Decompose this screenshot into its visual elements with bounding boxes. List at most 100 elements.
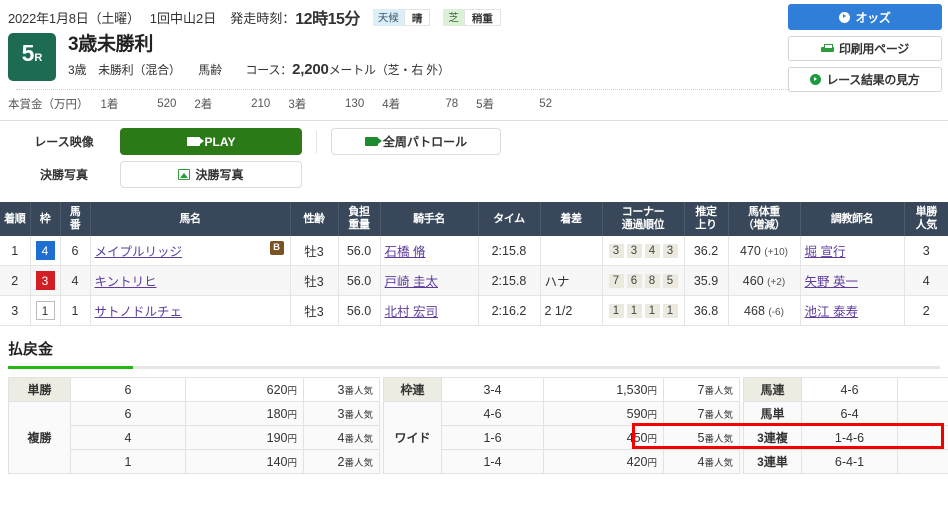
payout-section: 単勝 6 620円 3番人気 枠連 3-4 1,530円 7番人気 馬連 4-6… (0, 369, 948, 475)
trainer-link[interactable]: 矢野 英一 (805, 275, 858, 289)
play-button[interactable]: PLAY (120, 128, 302, 155)
jockey-cell: 戸崎 圭太 (380, 265, 479, 297)
margin (540, 236, 603, 267)
odds-button[interactable]: オッズ (788, 4, 942, 30)
jockey-link[interactable]: 戸崎 圭太 (385, 275, 438, 289)
play-button-label: PLAY (204, 134, 236, 149)
payout-row: 1 140円 2番人気 1-4 420円 4番人気 3連単 6-4-1 16,7… (9, 449, 948, 475)
col-trainer: 調教師名 (800, 202, 905, 237)
wide-popularity: 4番人気 (663, 449, 740, 475)
col-waku: 枠 (30, 202, 61, 237)
race-title-block: 3歳未勝利 3歳 未勝利（混合） 馬齢 コース：2,200メートル（芝・右 外） (68, 33, 450, 78)
sex-age: 牡3 (290, 236, 339, 267)
wide-amount: 450円 (543, 425, 664, 451)
horse-name-link[interactable]: サトノドルチェ (95, 305, 183, 319)
col-weight-carried: 負担 重量 (338, 202, 381, 237)
horse-name-link[interactable]: キントリヒ (95, 275, 157, 289)
col-popularity: 単勝 人気 (904, 202, 948, 237)
body-weight: 460 (742, 273, 764, 288)
full-patrol-button[interactable]: 全周パトロール (331, 128, 501, 155)
header-actions: オッズ 印刷用ページ レース結果の見方 (788, 4, 942, 98)
place-popularity: 2番人気 (303, 449, 380, 475)
table-row: 3 1 1 サトノドルチェ 牡3 56.0 北村 宏司 2:16.2 2 1/2… (0, 295, 948, 327)
final-furlong: 36.8 (684, 295, 729, 327)
race-results-table: 着順 枠 馬番 馬名 性齢 負担 重量 騎手名 タイム 着差 コーナー 通過順位 推… (0, 202, 948, 327)
race-conditions: 3歳 未勝利（混合） 馬齢 コース：2,200メートル（芝・右 外） (68, 61, 450, 78)
prize-place-2: 2着 (194, 99, 213, 111)
track-label: 芝 (443, 8, 464, 26)
race-date: 2022年1月8日（土曜） (8, 10, 140, 26)
race-video-label: レース映像 (34, 135, 94, 149)
trifecta-combo: 6-4-1 (801, 449, 898, 475)
horse-name-cell: B メイプルリッジ (90, 236, 291, 267)
margin: 2 1/2 (540, 295, 603, 327)
horse-name-link[interactable]: メイプルリッジ (95, 245, 183, 259)
final-furlong: 36.2 (684, 236, 729, 267)
finish-photo-button-label: 決勝写真 (195, 168, 244, 182)
col-umaban: 馬番 (60, 202, 91, 237)
trainer-link[interactable]: 池江 泰寿 (805, 305, 858, 319)
prize-place-1: 1着 (100, 99, 119, 111)
win-amount: 620円 (185, 377, 304, 403)
umaban: 6 (60, 236, 91, 267)
win-combo: 6 (70, 377, 186, 403)
corner-order: 1111 (602, 295, 685, 327)
payout-row: 単勝 6 620円 3番人気 枠連 3-4 1,530円 7番人気 馬連 4-6… (8, 377, 948, 403)
corner-order: 7685 (602, 265, 685, 297)
prize-value-2: 210 (251, 98, 271, 110)
payout-header: 払戻金 (0, 326, 948, 370)
body-weight-delta: (-6) (768, 306, 784, 318)
divider (316, 130, 317, 153)
bet-type-win: 単勝 (8, 377, 71, 403)
table-header-row: 着順 枠 馬番 馬名 性齢 負担 重量 騎手名 タイム 着差 コーナー 通過順位 推… (0, 202, 948, 237)
place-combo: 6 (70, 401, 186, 427)
race-meeting: 1回中山2日 (149, 10, 217, 26)
payout-row: 4 190円 4番人気 1-6 450円 5番人気 3連複 1-4-6 2,27… (9, 425, 948, 451)
trainer-link[interactable]: 堀 宣行 (805, 245, 846, 259)
margin: ハナ (540, 265, 603, 297)
print-page-button[interactable]: 印刷用ページ (788, 36, 942, 61)
popularity: 4 (904, 265, 948, 297)
jockey-link[interactable]: 石橋 脩 (385, 245, 426, 259)
bet-type-trifecta: 3連単 (743, 449, 802, 475)
wide-popularity: 7番人気 (663, 401, 740, 427)
bet-type-place: 複勝 (8, 401, 71, 475)
trio-amount: 2,270円 (897, 425, 948, 451)
sex-age: 牡3 (290, 295, 339, 327)
bracket-quinella-combo: 3-4 (441, 377, 544, 403)
wide-popularity: 5番人気 (663, 425, 740, 451)
body-weight: 468 (744, 303, 765, 318)
quinella-amount: 1,860円 (897, 377, 948, 403)
trifecta-amount: 16,760円 (897, 449, 948, 475)
prize-value-4: 78 (445, 98, 459, 110)
finish-photo-button[interactable]: 決勝写真 (120, 161, 302, 188)
race-result-page: 2022年1月8日（土曜） 1回中山2日 発走時刻： 12時15分 天候 晴 芝… (0, 0, 948, 520)
bet-type-trio: 3連複 (743, 425, 802, 451)
place-amount: 140円 (185, 449, 304, 475)
col-horse-name: 馬名 (90, 202, 291, 237)
place-popularity: 3番人気 (303, 401, 380, 427)
jockey-link[interactable]: 北村 宏司 (385, 305, 438, 319)
bet-type-exacta: 馬単 (743, 401, 802, 427)
body-weight-cell: 470 (+10) (728, 236, 801, 267)
rank: 2 (0, 265, 31, 297)
place-amount: 190円 (185, 425, 304, 451)
col-body-weight: 馬体重 （増減） (728, 202, 801, 237)
jockey-cell: 石橋 脩 (380, 236, 479, 267)
race-number: 5 (21, 40, 35, 66)
how-to-read-button[interactable]: レース結果の見方 (788, 67, 942, 92)
race-distance: 2,200 (292, 60, 329, 78)
umaban: 1 (60, 295, 91, 327)
jockey-cell: 北村 宏司 (380, 295, 479, 327)
wide-combo: 1-6 (441, 425, 544, 451)
weight-carried: 56.0 (338, 236, 381, 267)
body-weight: 470 (740, 243, 761, 258)
place-amount: 180円 (185, 401, 304, 427)
bet-type-bracket-quinella: 枠連 (383, 377, 442, 403)
weather-value: 晴 (403, 8, 431, 26)
waku-number: 1 (30, 295, 61, 327)
post-time-value: 12時15分 (295, 11, 360, 28)
quinella-combo: 4-6 (801, 377, 898, 403)
prize-place-5: 5着 (476, 99, 495, 111)
print-page-label: 印刷用ページ (839, 42, 909, 56)
